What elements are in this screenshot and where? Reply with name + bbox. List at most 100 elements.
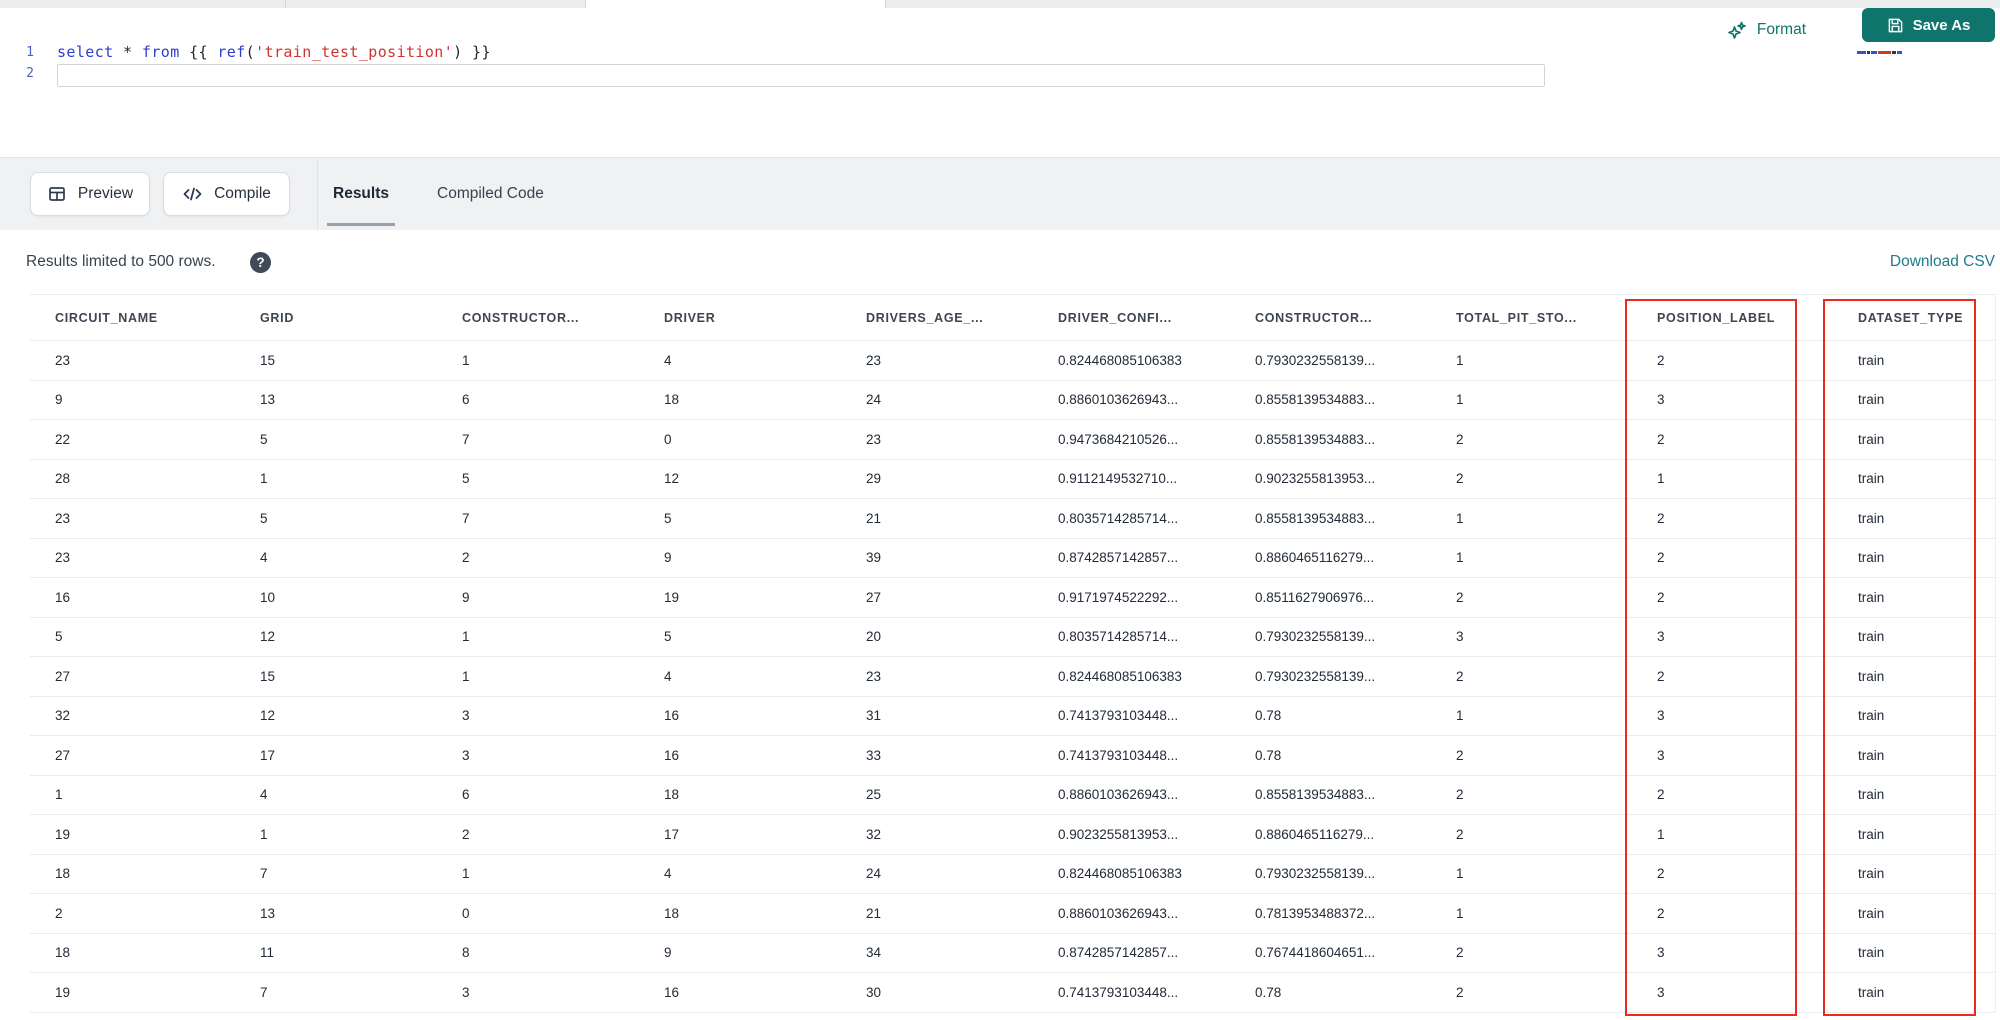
table-cell[interactable]: train [1833,697,1995,736]
column-header[interactable]: DRIVER [639,295,841,340]
table-cell[interactable]: 4 [639,341,841,380]
table-cell[interactable]: 33 [841,736,1033,775]
table-cell[interactable]: 2 [1431,736,1632,775]
table-cell[interactable]: 24 [841,855,1033,894]
top-tab-active[interactable] [585,0,885,8]
table-cell[interactable]: 17 [235,736,437,775]
table-cell[interactable]: 0.9473684210526... [1033,420,1230,459]
code-line[interactable]: select * from {{ ref('train_test_positio… [57,42,491,63]
table-cell[interactable]: 9 [30,381,235,420]
table-cell[interactable]: 16 [639,736,841,775]
table-cell[interactable]: 6 [437,776,639,815]
table-cell[interactable]: 3 [1632,697,1833,736]
table-cell[interactable]: 0.9023255813953... [1033,815,1230,854]
table-cell[interactable]: 31 [841,697,1033,736]
table-cell[interactable]: 0.8035714285714... [1033,499,1230,538]
table-cell[interactable]: 32 [841,815,1033,854]
table-cell[interactable]: train [1833,736,1995,775]
table-cell[interactable]: 0.7930232558139... [1230,341,1431,380]
table-cell[interactable]: 32 [30,697,235,736]
table-cell[interactable]: 9 [437,578,639,617]
table-cell[interactable]: 5 [235,499,437,538]
table-cell[interactable]: 7 [235,973,437,1012]
table-cell[interactable]: 0.8558139534883... [1230,499,1431,538]
format-button[interactable]: Format [1721,14,1812,46]
table-cell[interactable]: 0.7413793103448... [1033,736,1230,775]
tab-compiled-code[interactable]: Compiled Code [431,158,550,230]
table-cell[interactable]: 2 [1431,815,1632,854]
table-cell[interactable]: 2 [1431,460,1632,499]
table-cell[interactable]: 1 [1431,381,1632,420]
table-cell[interactable]: 1 [1431,894,1632,933]
table-cell[interactable]: 21 [841,499,1033,538]
table-cell[interactable]: 23 [30,499,235,538]
table-cell[interactable]: 27 [841,578,1033,617]
table-cell[interactable]: 0.8860103626943... [1033,776,1230,815]
table-cell[interactable]: 23 [841,657,1033,696]
table-cell[interactable]: 2 [1431,934,1632,973]
table-cell[interactable]: 0.7930232558139... [1230,618,1431,657]
table-cell[interactable]: 19 [30,815,235,854]
table-cell[interactable]: 2 [30,894,235,933]
table-cell[interactable]: 0 [639,420,841,459]
table-cell[interactable]: 3 [437,697,639,736]
table-cell[interactable]: 28 [30,460,235,499]
table-cell[interactable]: 0.7413793103448... [1033,973,1230,1012]
table-cell[interactable]: 19 [30,973,235,1012]
table-cell[interactable]: train [1833,460,1995,499]
table-cell[interactable]: 1 [437,618,639,657]
code-line[interactable] [57,63,491,84]
table-cell[interactable]: 1 [235,460,437,499]
table-cell[interactable]: 18 [639,381,841,420]
table-cell[interactable]: 19 [639,578,841,617]
table-cell[interactable]: train [1833,815,1995,854]
table-cell[interactable]: 2 [1632,539,1833,578]
table-cell[interactable]: 0.824468085106383 [1033,855,1230,894]
table-cell[interactable]: 0.8511627906976... [1230,578,1431,617]
table-cell[interactable]: 2 [1431,973,1632,1012]
table-cell[interactable]: 18 [30,934,235,973]
table-cell[interactable]: train [1833,934,1995,973]
table-cell[interactable]: 0.7674418604651... [1230,934,1431,973]
table-cell[interactable]: 18 [30,855,235,894]
table-cell[interactable]: 2 [1632,894,1833,933]
table-cell[interactable]: 1 [1431,855,1632,894]
table-cell[interactable]: train [1833,894,1995,933]
table-cell[interactable]: train [1833,341,1995,380]
table-cell[interactable]: 5 [639,499,841,538]
table-cell[interactable]: 22 [30,420,235,459]
preview-button[interactable]: Preview [30,172,150,216]
table-cell[interactable]: 0.8558139534883... [1230,420,1431,459]
table-cell[interactable]: 0.8860103626943... [1033,894,1230,933]
table-cell[interactable]: 7 [437,499,639,538]
table-cell[interactable]: 0 [437,894,639,933]
table-cell[interactable]: 5 [437,460,639,499]
table-cell[interactable]: 3 [1632,736,1833,775]
table-cell[interactable]: 0.9023255813953... [1230,460,1431,499]
table-cell[interactable]: 0.8742857142857... [1033,934,1230,973]
table-cell[interactable]: train [1833,499,1995,538]
table-cell[interactable]: 16 [639,697,841,736]
table-cell[interactable]: 9 [639,539,841,578]
table-cell[interactable]: 17 [639,815,841,854]
table-cell[interactable]: 4 [639,657,841,696]
table-cell[interactable]: train [1833,420,1995,459]
table-cell[interactable]: 5 [30,618,235,657]
table-cell[interactable]: 0.8558139534883... [1230,381,1431,420]
table-cell[interactable]: 0.8742857142857... [1033,539,1230,578]
table-cell[interactable]: 0.8035714285714... [1033,618,1230,657]
table-cell[interactable]: 21 [841,894,1033,933]
table-cell[interactable]: 2 [1632,855,1833,894]
table-cell[interactable]: 12 [235,697,437,736]
table-cell[interactable]: 0.824468085106383 [1033,341,1230,380]
table-cell[interactable]: 2 [1632,499,1833,538]
table-cell[interactable]: 1 [1431,499,1632,538]
table-cell[interactable]: 0.8860465116279... [1230,539,1431,578]
table-cell[interactable]: 0.7413793103448... [1033,697,1230,736]
editor-code[interactable]: select * from {{ ref('train_test_positio… [57,42,491,84]
table-cell[interactable]: 1 [1632,815,1833,854]
table-cell[interactable]: 27 [30,657,235,696]
download-csv-link[interactable]: Download CSV [1890,230,1995,294]
table-cell[interactable]: 15 [235,341,437,380]
table-cell[interactable]: 2 [1632,341,1833,380]
